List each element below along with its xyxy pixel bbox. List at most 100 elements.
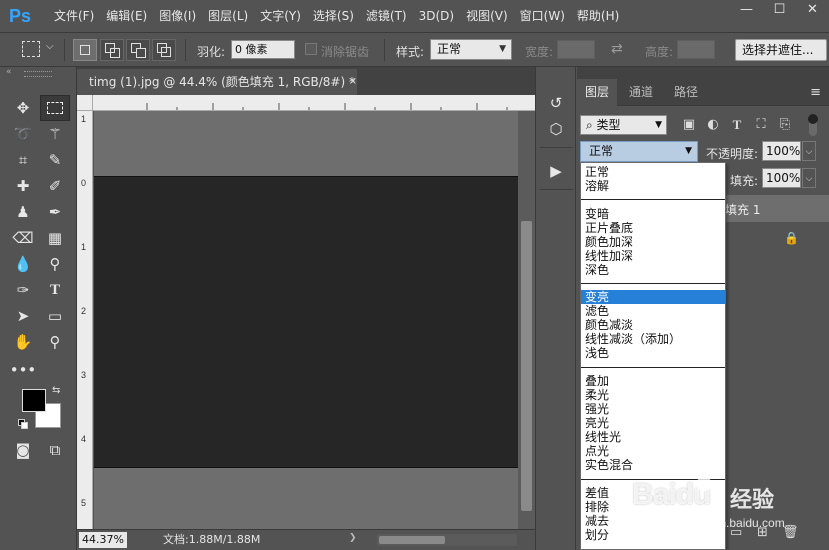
history-panel-icon[interactable]: ↺: [546, 93, 566, 113]
magic-wand-tool-icon[interactable]: ⚚: [40, 121, 70, 147]
chevron-down-icon[interactable]: ⌵: [46, 41, 54, 52]
menu-view[interactable]: 视图(V): [460, 0, 514, 33]
feather-input[interactable]: 0 像素: [231, 40, 295, 59]
select-and-mask-button[interactable]: 选择并遮住...: [735, 39, 827, 61]
add-to-selection-button[interactable]: [100, 39, 124, 61]
zoom-field[interactable]: 44.37%: [79, 532, 127, 548]
eraser-tool-icon[interactable]: ⌫: [8, 225, 38, 251]
blend-overlay[interactable]: 叠加: [581, 374, 725, 388]
document-tab[interactable]: timg (1).jpg @ 44.4% (颜色填充 1, RGB/8#) * …: [77, 69, 357, 95]
smart-object-filter-icon[interactable]: ⎘: [776, 117, 794, 133]
quick-mask-icon[interactable]: ◙: [8, 437, 38, 463]
menu-edit[interactable]: 编辑(E): [100, 0, 153, 33]
blend-pin-light[interactable]: 点光: [581, 444, 725, 458]
blend-color-burn[interactable]: 颜色加深: [581, 235, 725, 249]
layer-row[interactable]: 填充 1: [725, 195, 829, 222]
chevron-down-icon[interactable]: ⌵: [802, 141, 816, 161]
blend-vivid-light[interactable]: 亮光: [581, 416, 725, 430]
fill-input[interactable]: 100%: [762, 168, 801, 188]
crop-tool-icon[interactable]: ⌗: [8, 147, 38, 173]
healing-brush-tool-icon[interactable]: ✚: [8, 173, 38, 199]
vertical-scrollbar[interactable]: [518, 111, 535, 529]
close-button[interactable]: ✕: [796, 0, 829, 22]
tab-layers[interactable]: 图层: [577, 79, 618, 106]
menu-window[interactable]: 窗口(W): [514, 0, 571, 33]
blend-lighten[interactable]: 变亮: [581, 290, 725, 304]
adjustment-filter-icon[interactable]: ◐: [704, 117, 722, 133]
blend-divide[interactable]: 划分: [581, 528, 725, 542]
zoom-tool-icon[interactable]: ⚲: [40, 329, 70, 355]
type-tool-icon[interactable]: T: [40, 277, 70, 303]
history-brush-tool-icon[interactable]: ✒: [40, 199, 70, 225]
scrollbar-thumb[interactable]: [521, 221, 532, 511]
3d-panel-icon[interactable]: ⬡: [546, 119, 566, 139]
clone-stamp-tool-icon[interactable]: ♟: [8, 199, 38, 225]
blur-tool-icon[interactable]: 💧: [8, 251, 38, 277]
document-info[interactable]: 文档:1.88M/1.88M: [163, 532, 260, 548]
tab-paths[interactable]: 路径: [666, 79, 706, 106]
panel-grip[interactable]: [24, 71, 52, 77]
blend-soft-light[interactable]: 柔光: [581, 388, 725, 402]
blend-multiply[interactable]: 正片叠底: [581, 221, 725, 235]
lock-icon[interactable]: 🔒: [784, 231, 799, 245]
panel-menu-icon[interactable]: ≡: [810, 85, 821, 100]
blend-linear-burn[interactable]: 线性加深: [581, 249, 725, 263]
pixel-filter-icon[interactable]: ▣: [680, 117, 698, 133]
swap-colors-icon[interactable]: ⇆: [52, 385, 60, 396]
eyedropper-tool-icon[interactable]: ✎: [40, 147, 70, 173]
vertical-ruler[interactable]: 1 0 1 2 3 4 5: [77, 111, 93, 529]
blend-darken[interactable]: 变暗: [581, 207, 725, 221]
image-content[interactable]: [94, 176, 518, 468]
menu-filter[interactable]: 滤镜(T): [360, 0, 413, 33]
blend-screen[interactable]: 滤色: [581, 304, 725, 318]
marquee-tool-icon[interactable]: [40, 95, 70, 121]
menu-image[interactable]: 图像(I): [153, 0, 202, 33]
menu-layer[interactable]: 图层(L): [202, 0, 254, 33]
collapse-icon[interactable]: «: [6, 67, 12, 77]
shape-filter-icon[interactable]: ⛶: [752, 117, 770, 133]
chevron-right-icon[interactable]: ❯: [349, 533, 357, 543]
rectangle-tool-icon[interactable]: ▭: [40, 303, 70, 329]
type-filter-icon[interactable]: T: [728, 117, 746, 133]
new-selection-button[interactable]: [73, 39, 97, 61]
subtract-from-selection-button[interactable]: [126, 39, 150, 61]
style-select[interactable]: 正常 ▼: [430, 39, 512, 60]
lasso-tool-icon[interactable]: ➰: [8, 121, 38, 147]
opacity-input[interactable]: 100%: [762, 141, 801, 161]
menu-select[interactable]: 选择(S): [307, 0, 360, 33]
swap-width-height-icon[interactable]: ⇄: [611, 41, 623, 57]
blend-normal[interactable]: 正常: [581, 165, 725, 179]
hand-tool-icon[interactable]: ✋: [8, 329, 38, 355]
scrollbar-thumb[interactable]: [379, 536, 445, 544]
gradient-tool-icon[interactable]: ▦: [40, 225, 70, 251]
width-input[interactable]: [557, 40, 595, 59]
chevron-down-icon[interactable]: ⌵: [802, 168, 816, 188]
menu-type[interactable]: 文字(Y): [254, 0, 307, 33]
blend-linear-light[interactable]: 线性光: [581, 430, 725, 444]
marquee-tool-preset-icon[interactable]: [22, 41, 40, 57]
height-input[interactable]: [677, 40, 715, 59]
minimize-button[interactable]: —: [730, 0, 763, 22]
menu-file[interactable]: 文件(F): [48, 0, 100, 33]
antialias-checkbox[interactable]: [305, 43, 317, 55]
blend-linear-dodge[interactable]: 线性减淡（添加）: [581, 332, 725, 346]
move-tool-icon[interactable]: ✥: [8, 95, 38, 121]
blend-dissolve[interactable]: 溶解: [581, 179, 725, 193]
intersect-selection-button[interactable]: [152, 39, 176, 61]
filter-toggle[interactable]: [808, 114, 818, 136]
blend-lighter-color[interactable]: 浅色: [581, 346, 725, 360]
more-tools-icon[interactable]: •••: [8, 357, 38, 383]
blend-darker-color[interactable]: 深色: [581, 263, 725, 277]
blend-color-dodge[interactable]: 颜色减淡: [581, 318, 725, 332]
blend-hard-light[interactable]: 强光: [581, 402, 725, 416]
play-action-icon[interactable]: ▶: [546, 161, 566, 181]
maximize-button[interactable]: ☐: [763, 0, 796, 22]
menu-3d[interactable]: 3D(D): [413, 0, 460, 33]
brush-tool-icon[interactable]: ✐: [40, 173, 70, 199]
blend-mode-select[interactable]: 正常 ▼: [580, 141, 698, 162]
ruler-origin[interactable]: [77, 95, 93, 111]
path-selection-tool-icon[interactable]: ➤: [8, 303, 38, 329]
dodge-tool-icon[interactable]: ⚲: [40, 251, 70, 277]
foreground-color-swatch[interactable]: [22, 389, 46, 412]
default-colors-icon[interactable]: [18, 419, 28, 429]
